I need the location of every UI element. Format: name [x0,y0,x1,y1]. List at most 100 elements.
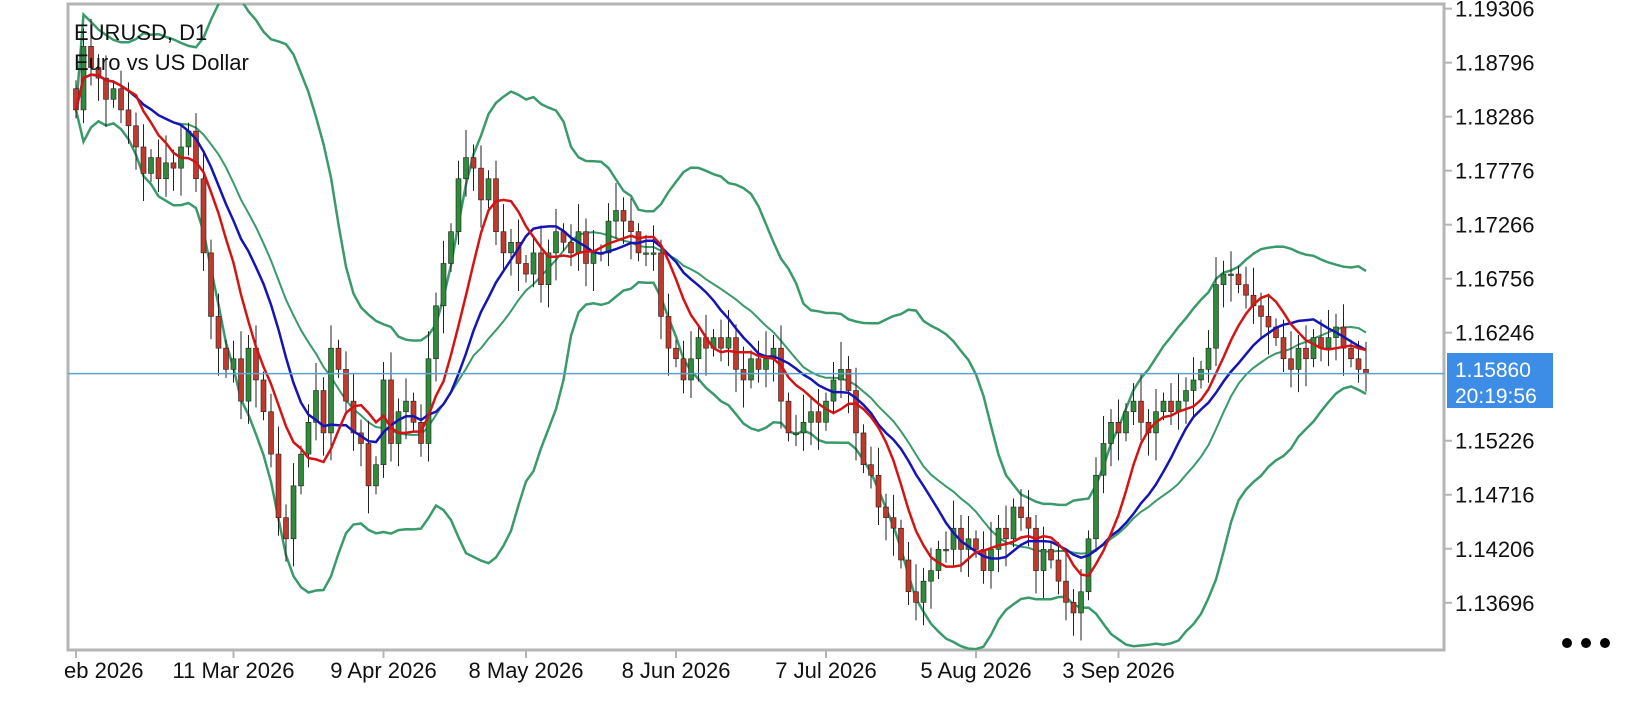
candle-body [1348,347,1354,360]
candle-body [335,347,342,370]
candle-body [778,347,784,402]
candle-body [1325,337,1332,349]
candle-body [1138,400,1144,423]
candle-body [365,443,372,487]
candle-body [808,411,814,423]
candle-body [163,162,169,180]
candle-body [1288,358,1294,370]
candle-body [1190,379,1197,391]
candle-body [523,263,529,275]
candle-body [448,231,454,264]
candle-body [590,252,597,264]
candle-body [200,178,207,254]
candle-body [260,379,267,413]
candle-body [740,369,747,381]
candle-body [1003,527,1009,540]
symbol-description: Euro vs US Dollar [74,50,249,75]
more-dot [1600,638,1610,648]
candle [1085,530,1092,601]
candle-body [620,210,627,222]
candle-body [1355,358,1362,370]
candle-body [1085,538,1092,593]
y-tick-label: 1.14206 [1455,537,1535,562]
x-tick-label: 9 Apr 2026 [330,658,436,683]
candle-body [1010,506,1017,540]
candle-body [905,559,912,593]
candle-body [485,178,492,201]
candle-body [500,231,507,254]
countdown-timer: 20:19:56 [1455,385,1537,408]
current-price-tag: 1.15860 20:19:56 [1447,353,1553,408]
symbol-title: EURUSD, D1 [74,20,207,45]
candle-body [1033,527,1039,571]
candle-body [1183,390,1189,402]
current-price-value: 1.15860 [1455,359,1531,382]
candle-body [508,241,514,254]
candle-body [658,252,664,317]
y-tick-label: 1.13696 [1455,591,1535,616]
candle-body [298,453,304,487]
candle-body [725,337,732,349]
candle-body [755,358,762,370]
candle-body [815,411,822,423]
candle-body [1198,369,1204,381]
candle-body [695,337,702,360]
candle-body [733,337,739,370]
candle-body [1108,422,1114,444]
price-chart[interactable]: 1.19306 1.18796 1.18286 1.17776 1.17266 1.167… [0,0,1640,720]
candle-body [838,369,844,381]
candle-body [268,411,274,455]
candle-body [425,358,432,444]
candle-body [1265,316,1272,328]
candle-body [1070,602,1077,614]
candle-body [1280,337,1287,360]
candle-body [388,379,394,444]
candle-body [800,422,807,434]
candle-body [305,422,312,455]
candle-body [223,347,229,370]
candle-body [868,464,874,476]
x-tick-label: 5 Aug 2026 [920,658,1031,683]
candle-body [980,549,987,571]
candle-body [140,146,147,174]
candle-body [380,379,387,465]
candle-body [1078,591,1084,614]
candle-body [433,305,439,360]
candle-body [290,485,297,540]
candle-body [245,347,252,402]
candle-body [673,347,679,360]
candle-body [155,157,162,180]
candle-body [1303,347,1309,360]
candle-body [148,157,154,174]
candle-body [455,178,462,232]
candle-body [208,252,214,317]
y-tick-label: 1.16756 [1455,267,1535,292]
x-tick-label: 3 Sep 2026 [1062,658,1175,683]
candle-body [890,517,897,529]
candle-body [215,316,222,349]
candle-body [1205,347,1212,370]
x-tick-label: eb 2026 [64,658,144,683]
candle-body [628,220,634,232]
candle-body [1040,549,1047,571]
candle-body [1220,273,1227,285]
candle-body [928,570,934,582]
candle-body [403,400,409,413]
candle-body [275,453,282,518]
candle-body [845,369,852,391]
candle-body [110,88,117,100]
candle-body [1235,273,1242,285]
candle-body [883,506,889,518]
candle-body [283,517,289,540]
candle-body [1213,284,1219,349]
more-options-button[interactable] [1562,636,1610,650]
candle-body [1115,422,1122,434]
candle-body [553,231,559,254]
candle-body [763,358,769,370]
y-tick-label: 1.19306 [1455,0,1535,22]
candle-body [860,432,867,465]
x-tick-label: 7 Jul 2026 [775,658,877,683]
candle-body [1055,559,1062,582]
y-tick-label: 1.15226 [1455,429,1535,454]
candle-body [1025,517,1032,529]
